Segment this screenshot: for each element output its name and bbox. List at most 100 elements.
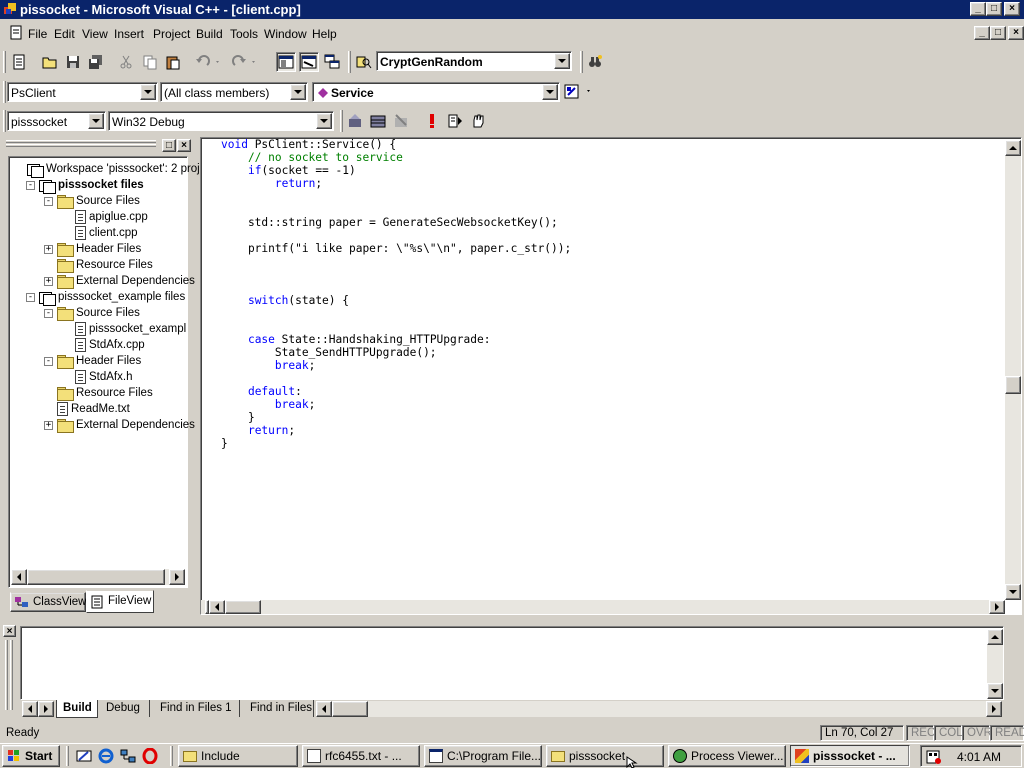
scroll-left-button[interactable] xyxy=(209,600,225,614)
project-combo[interactable]: pisssocket xyxy=(7,111,106,131)
output-gripper[interactable] xyxy=(10,640,13,710)
tree-item[interactable]: pisssocket_example files xyxy=(39,289,185,306)
tree-item[interactable]: Header Files xyxy=(57,353,141,369)
tree-item[interactable]: External Dependencies xyxy=(57,273,195,289)
code-editor[interactable]: void PsClient::Service() { // no socket … xyxy=(200,137,1022,615)
tree-item[interactable]: Workspace 'pisssocket': 2 proje xyxy=(27,161,206,178)
project-combo-dropdown[interactable] xyxy=(88,113,104,129)
document-icon[interactable] xyxy=(8,25,24,41)
open-button[interactable] xyxy=(40,52,60,72)
find-combo-dropdown[interactable] xyxy=(554,53,570,69)
workspace-close-button[interactable]: × xyxy=(177,139,191,152)
opera-icon[interactable] xyxy=(142,748,158,764)
scroll-thumb[interactable] xyxy=(225,600,261,614)
taskbar-task[interactable]: pisssocket - ... xyxy=(790,745,910,767)
tree-expander[interactable]: - xyxy=(44,197,53,206)
doc-restore-button[interactable]: □ xyxy=(990,26,1006,40)
tree-item[interactable]: pisssocket files xyxy=(39,177,144,194)
taskbar-grip[interactable] xyxy=(170,746,173,766)
tree-item[interactable]: StdAfx.h xyxy=(75,369,132,385)
toolbar-grip[interactable] xyxy=(3,51,6,73)
output-close-button[interactable]: × xyxy=(3,625,16,637)
tree-item[interactable]: Resource Files xyxy=(57,385,153,401)
tray-app-icon[interactable] xyxy=(926,749,942,765)
undo-button[interactable] xyxy=(194,52,224,72)
code-text[interactable]: void PsClient::Service() { // no socket … xyxy=(221,138,571,450)
doc-minimize-button[interactable]: _ xyxy=(974,26,990,40)
output-hscrollbar[interactable] xyxy=(316,701,1002,717)
configuration-combo[interactable]: Win32 Debug xyxy=(108,111,334,131)
class-combo[interactable]: PsClient xyxy=(7,82,158,102)
filter-combo[interactable]: (All class members) xyxy=(160,82,308,102)
build-button[interactable] xyxy=(368,111,388,131)
show-desktop-icon[interactable] xyxy=(76,748,92,764)
maximize-button[interactable]: □ xyxy=(986,2,1002,16)
menu-window[interactable]: Window xyxy=(264,27,307,41)
tab-find-in-files-2[interactable]: Find in Files 2 xyxy=(244,700,314,717)
scroll-up-button[interactable] xyxy=(1005,140,1021,156)
tree-item[interactable]: client.cpp xyxy=(75,225,138,241)
execute-button[interactable] xyxy=(422,111,442,131)
find-combo[interactable]: CryptGenRandom xyxy=(376,51,572,71)
workspace-toggle-button[interactable] xyxy=(276,52,296,72)
tree-item[interactable]: Header Files xyxy=(57,241,141,257)
scroll-thumb[interactable] xyxy=(27,569,165,585)
toolbar-grip[interactable] xyxy=(580,51,583,73)
workspace-tree[interactable]: Workspace 'pisssocket': 2 proje - pisssock… xyxy=(8,156,206,588)
tab-debug[interactable]: Debug xyxy=(100,700,150,717)
menu-project[interactable]: Project xyxy=(153,27,190,41)
tree-expander[interactable]: - xyxy=(44,309,53,318)
insert-breakpoint-button[interactable] xyxy=(468,111,488,131)
workspace-maximize-button[interactable]: □ xyxy=(162,139,176,152)
tree-item[interactable]: pisssocket_exampl xyxy=(75,321,186,337)
filter-combo-dropdown[interactable] xyxy=(290,84,306,100)
paste-button[interactable] xyxy=(163,52,183,72)
tree-expander[interactable]: - xyxy=(26,293,35,302)
network-icon[interactable] xyxy=(120,748,136,764)
copy-button[interactable] xyxy=(140,52,160,72)
save-button[interactable] xyxy=(63,52,83,72)
new-text-file-button[interactable] xyxy=(9,52,29,72)
tab-scroll-left[interactable] xyxy=(22,701,38,717)
tab-fileview[interactable]: FileView xyxy=(86,590,154,613)
workspace-hscrollbar[interactable] xyxy=(11,569,185,585)
scroll-right-button[interactable] xyxy=(989,600,1005,614)
tree-expander[interactable]: + xyxy=(44,421,53,430)
save-all-button[interactable] xyxy=(86,52,106,72)
tree-expander[interactable]: - xyxy=(44,357,53,366)
scroll-up-button[interactable] xyxy=(987,629,1003,645)
scroll-down-button[interactable] xyxy=(987,683,1003,699)
scroll-thumb[interactable] xyxy=(1005,376,1021,394)
menu-insert[interactable]: Insert xyxy=(114,27,144,41)
go-button[interactable] xyxy=(445,111,465,131)
editor-hscrollbar[interactable] xyxy=(201,600,1005,614)
output-pane[interactable] xyxy=(20,626,1004,700)
tree-expander[interactable]: - xyxy=(26,181,35,190)
tree-item[interactable]: Source Files xyxy=(57,193,140,209)
tree-item[interactable]: External Dependencies xyxy=(57,417,195,433)
start-button[interactable]: Start xyxy=(2,745,60,767)
taskbar-task[interactable]: rfc6455.txt - ... xyxy=(302,745,420,767)
taskbar-task[interactable]: Process Viewer... xyxy=(668,745,786,767)
compile-button[interactable] xyxy=(345,111,365,131)
output-toggle-button[interactable] xyxy=(299,52,319,72)
wizard-action-button[interactable] xyxy=(562,82,598,102)
taskbar-task[interactable]: pisssocket xyxy=(546,745,664,767)
tab-scroll-right[interactable] xyxy=(38,701,54,717)
taskbar-task[interactable]: C:\Program File... xyxy=(424,745,542,767)
menu-tools[interactable]: Tools xyxy=(230,27,258,41)
visual-cpp-icon[interactable] xyxy=(3,2,17,16)
taskbar-grip[interactable] xyxy=(66,746,69,766)
menu-edit[interactable]: Edit xyxy=(54,27,75,41)
tree-item[interactable]: apiglue.cpp xyxy=(75,209,148,225)
scroll-right-button[interactable] xyxy=(986,701,1002,717)
tab-find-in-files-1[interactable]: Find in Files 1 xyxy=(154,700,240,717)
configuration-combo-dropdown[interactable] xyxy=(316,113,332,129)
editor-vscrollbar[interactable] xyxy=(1005,140,1021,600)
toolbar-grip[interactable] xyxy=(340,110,343,132)
menu-help[interactable]: Help xyxy=(312,27,337,41)
taskbar-task[interactable]: Include xyxy=(178,745,298,767)
tab-classview[interactable]: ClassView xyxy=(10,592,86,612)
scroll-down-button[interactable] xyxy=(1005,584,1021,600)
title-bar[interactable]: pissocket - Microsoft Visual C++ - [clie… xyxy=(0,0,1024,19)
